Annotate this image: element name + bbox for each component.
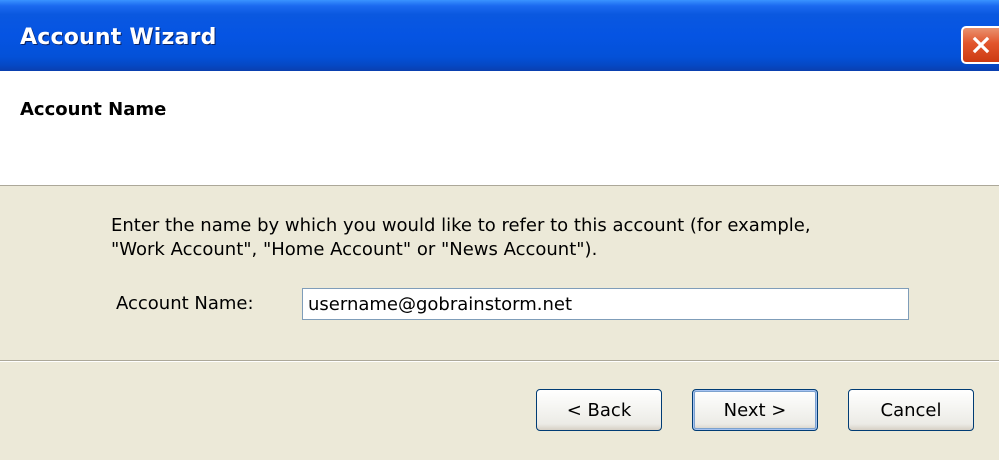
wizard-header-panel: Account Name [0, 71, 999, 186]
buttons-divider [0, 360, 999, 362]
header-divider [0, 185, 999, 186]
account-name-input[interactable] [302, 288, 909, 320]
window-title: Account Wizard [20, 25, 217, 50]
close-button[interactable] [961, 26, 999, 64]
next-button[interactable]: Next > [692, 389, 818, 431]
account-name-label: Account Name: [116, 293, 254, 314]
cancel-button[interactable]: Cancel [848, 389, 974, 431]
page-title: Account Name [20, 99, 167, 120]
account-wizard-dialog: Account Wizard Account Name Enter the na… [0, 0, 999, 460]
close-icon [972, 36, 990, 54]
instructions-text: Enter the name by which you would like t… [111, 215, 811, 260]
back-button[interactable]: < Back [536, 389, 662, 431]
title-bar[interactable]: Account Wizard [0, 0, 999, 71]
